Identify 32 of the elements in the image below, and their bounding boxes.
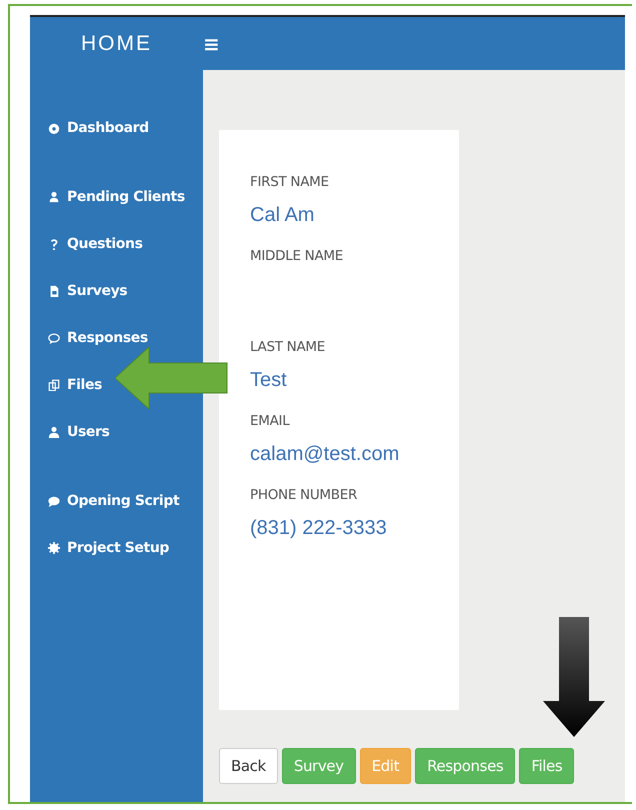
nav-item[interactable]: Surveys <box>48 267 128 314</box>
nav-item[interactable]: Dashboard <box>48 104 149 151</box>
nav-item[interactable]: Responses <box>48 314 148 361</box>
nav-item[interactable]: Opening Script <box>48 477 180 524</box>
field-label: PHONE NUMBER <box>250 487 358 505</box>
users-icon <box>48 426 60 438</box>
nav-item[interactable]: Questions <box>48 220 143 267</box>
field-label: EMAIL <box>250 413 291 431</box>
files-icon <box>48 378 60 390</box>
action-button[interactable]: Back <box>219 748 278 784</box>
action-button[interactable]: Files <box>519 748 574 784</box>
field-label: LAST NAME <box>250 339 326 357</box>
action-button[interactable]: Survey <box>282 748 356 784</box>
nav-item[interactable]: Pending Clients <box>48 173 185 220</box>
chat-icon <box>48 494 60 506</box>
user-icon <box>48 190 60 202</box>
nav-item[interactable]: Users <box>48 408 110 455</box>
field-label: MIDDLE NAME <box>250 248 344 266</box>
field-value: Test <box>250 368 288 393</box>
question-icon <box>48 238 60 250</box>
action-button[interactable]: Responses <box>415 748 516 784</box>
document-icon <box>48 284 60 296</box>
field-value: Cal Am <box>250 203 316 228</box>
nav-item[interactable]: Project Setup <box>48 524 170 571</box>
menu-icon[interactable]: ≡ <box>203 32 220 56</box>
field-value: (831) 222-3333 <box>250 516 388 541</box>
field-label: FIRST NAME <box>250 174 330 192</box>
speech-bubble-icon <box>48 332 60 344</box>
logo[interactable]: HOME <box>81 32 152 56</box>
gear-icon <box>48 542 60 554</box>
field-value: calam@test.com <box>250 442 400 467</box>
nav-item[interactable]: Files <box>48 361 102 408</box>
